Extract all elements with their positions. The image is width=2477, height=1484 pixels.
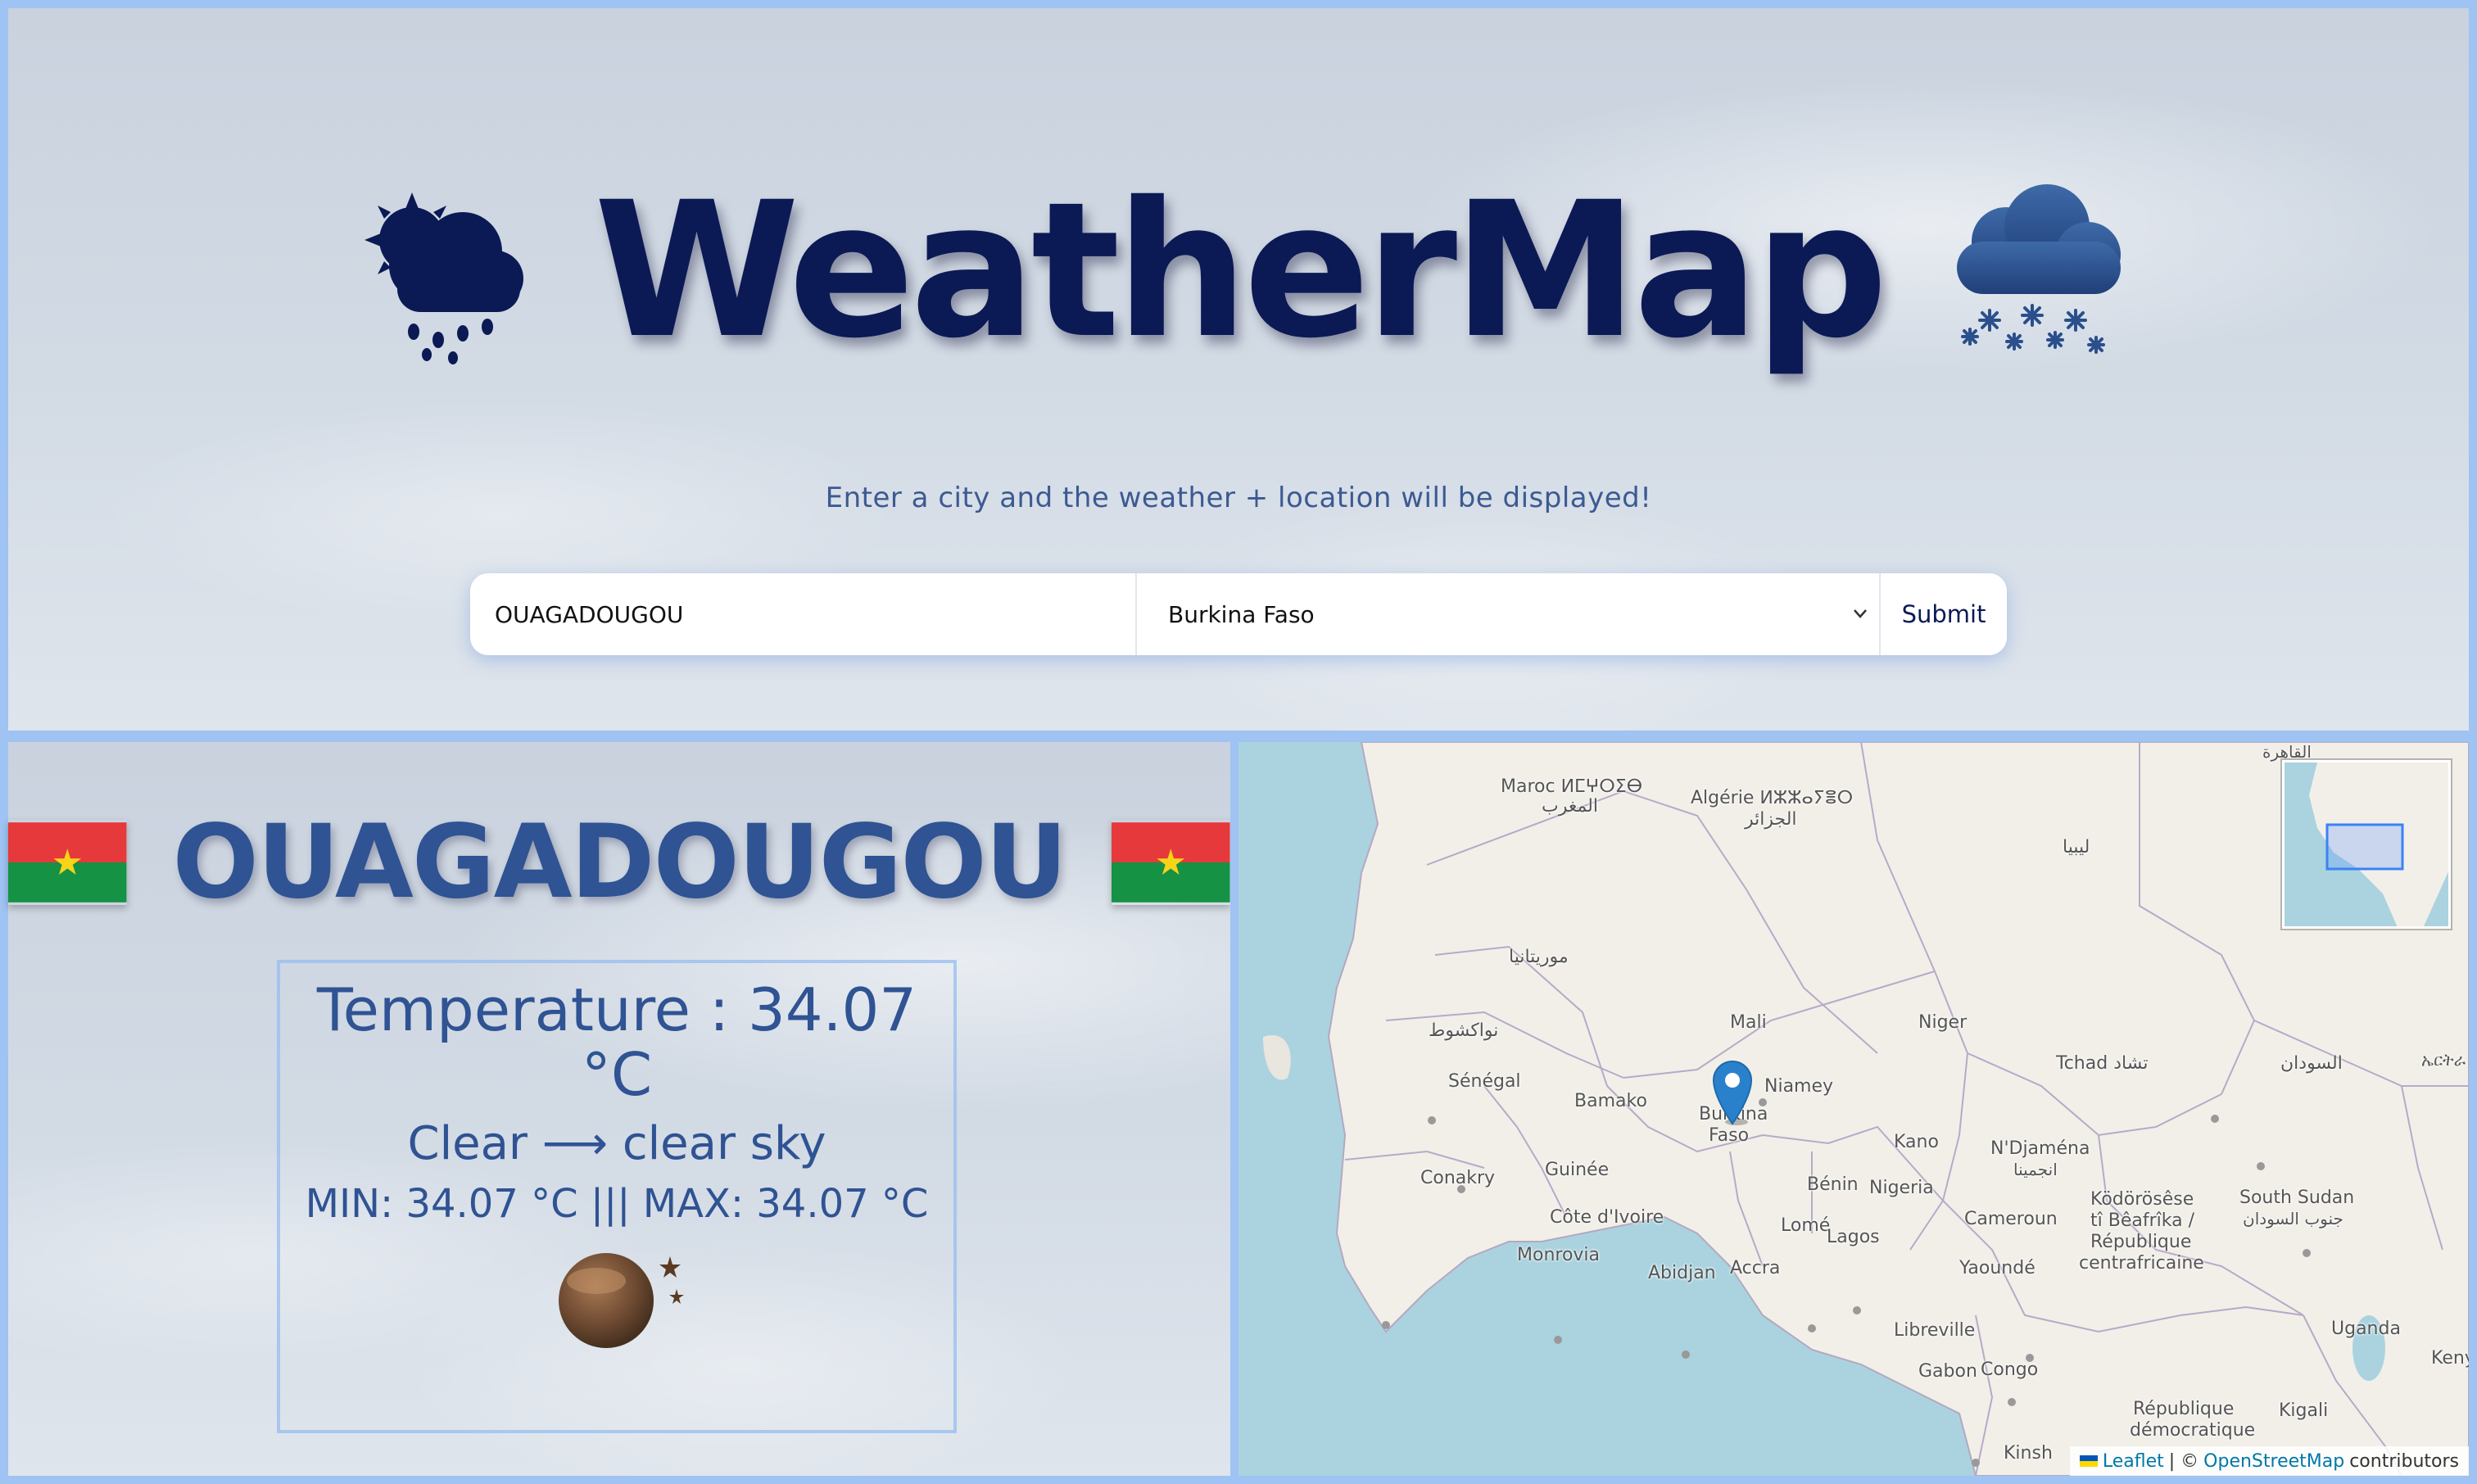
- map-label: Maroc ⵍⵎⵖⵔⵉⴱ: [1501, 776, 1643, 797]
- snow-cloud-icon: [1957, 184, 2122, 354]
- map-label: نواكشوط: [1429, 1020, 1499, 1041]
- burkina-faso-flag-icon: [1112, 822, 1230, 903]
- map-label: centrafricaine: [2079, 1253, 2204, 1274]
- map-label: Libreville: [1894, 1320, 1976, 1341]
- map-label: السودان: [2280, 1053, 2343, 1074]
- openstreetmap-link[interactable]: OpenStreetMap: [2203, 1451, 2344, 1472]
- city-name: OUAGADOUGOU: [172, 803, 1068, 921]
- map-label: موريتانيا: [1509, 947, 1569, 967]
- map-attribution: Leaflet | © OpenStreetMap contributors: [2069, 1446, 2469, 1476]
- map-marker-icon[interactable]: [1712, 1060, 1753, 1125]
- city-input[interactable]: [470, 573, 1137, 655]
- country-select-value: Burkina Faso: [1168, 600, 1315, 628]
- map-label: Gabon: [1918, 1361, 1977, 1382]
- subtitle: Enter a city and the weather + location …: [825, 482, 1652, 514]
- map-label: Ködörösêse: [2090, 1189, 2194, 1210]
- map-label: ኤርትራ: [2421, 1050, 2466, 1070]
- map-label: Kano: [1894, 1132, 1939, 1152]
- map-label: Monrovia: [1517, 1245, 1601, 1265]
- map-label: Congo: [1981, 1360, 2039, 1380]
- header: WeatherMap Enter a city and the weather …: [8, 8, 2469, 731]
- search-form: Burkina Faso Submit: [470, 573, 2007, 655]
- map-label: جنوب السودان: [2243, 1209, 2343, 1228]
- map-label: Guinée: [1545, 1160, 1610, 1180]
- map-label: Mali: [1730, 1012, 1767, 1033]
- map-label: Côte d'Ivoire: [1550, 1207, 1664, 1228]
- map-label: Faso: [1709, 1125, 1750, 1146]
- divider: [0, 1476, 2477, 1484]
- map-label: Keny: [2431, 1348, 2469, 1369]
- leaflet-link[interactable]: Leaflet: [2103, 1451, 2164, 1472]
- burkina-faso-flag-icon: [8, 822, 127, 903]
- map-label: Lagos: [1827, 1227, 1880, 1247]
- map-label: Niamey: [1764, 1076, 1834, 1097]
- map-label: Kinsh: [2004, 1443, 2053, 1464]
- map-label: انجمينا: [2013, 1160, 2058, 1179]
- map-label: ليبيا: [2063, 837, 2090, 857]
- app-title: WeatherMap: [593, 161, 1888, 379]
- title-row: WeatherMap: [8, 147, 2469, 393]
- weather-panel: OUAGADOUGOU Temperature : 34.07 °C Clear…: [8, 742, 1230, 1476]
- map-label: N'Djaména: [1990, 1138, 2090, 1159]
- map-label: Niger: [1918, 1012, 1968, 1033]
- ukraine-flag-icon: [2079, 1455, 2098, 1467]
- map-label: Abidjan: [1648, 1263, 1716, 1283]
- map-label: Bamako: [1574, 1091, 1647, 1111]
- attribution-separator: | ©: [2168, 1450, 2199, 1472]
- temperature: Temperature : 34.07 °C: [316, 975, 917, 1110]
- map-label: Sénégal: [1448, 1071, 1521, 1092]
- map-label: Accra: [1730, 1258, 1781, 1278]
- map-label: الجزائر: [1745, 809, 1797, 830]
- map-label: Uganda: [2331, 1319, 2401, 1339]
- map-label: Tchad تشاد: [2056, 1053, 2149, 1074]
- attribution-contributors: contributors: [2349, 1450, 2459, 1472]
- map-label: Nigeria: [1869, 1178, 1934, 1198]
- city-header: OUAGADOUGOU: [8, 801, 1230, 924]
- weather-info-box: Temperature : 34.07 °C Clear ⟶ clear sky…: [277, 960, 957, 1433]
- map-label: Kigali: [2279, 1400, 2329, 1421]
- map-label: démocratique: [2130, 1420, 2256, 1441]
- weather-description: Clear ⟶ clear sky: [407, 1117, 826, 1171]
- map-label: Bénin: [1807, 1174, 1859, 1195]
- country-select[interactable]: Burkina Faso: [1137, 573, 1881, 655]
- chevron-down-icon: [1854, 609, 1867, 618]
- sun-behind-rain-cloud-icon: [364, 192, 523, 364]
- min-max-temperature: MIN: 34.07 °C ||| MAX: 34.07 °C: [305, 1180, 929, 1227]
- minimap-tiles[interactable]: [2285, 762, 2451, 929]
- map-label: Algérie ⵍⵣⵣⴰⵢⴻⵔ: [1691, 788, 1854, 808]
- map-label: القاهرة: [2262, 742, 2312, 762]
- divider: [1230, 742, 1238, 1476]
- clear-night-moon-icon: [559, 1253, 684, 1348]
- map-label: المغرب: [1542, 796, 1598, 817]
- map-label: République: [2090, 1232, 2192, 1252]
- submit-button[interactable]: Submit: [1881, 573, 2007, 655]
- map-panel[interactable]: Maroc ⵍⵎⵖⵔⵉⴱ المغرب Algérie ⵍⵣⵣⴰⵢⴻⵔ الجز…: [1238, 742, 2469, 1476]
- map-label: République: [2133, 1399, 2235, 1419]
- minimap[interactable]: [2282, 760, 2451, 929]
- map-label: Yaoundé: [1959, 1258, 2035, 1278]
- map-label: tî Bêafrîka /: [2090, 1210, 2194, 1231]
- divider: [0, 731, 2477, 742]
- map-label: Cameroun: [1964, 1209, 2058, 1229]
- map-label: Lomé: [1781, 1215, 1831, 1236]
- map-label: South Sudan: [2239, 1188, 2355, 1208]
- map-label: Conakry: [1420, 1168, 1496, 1188]
